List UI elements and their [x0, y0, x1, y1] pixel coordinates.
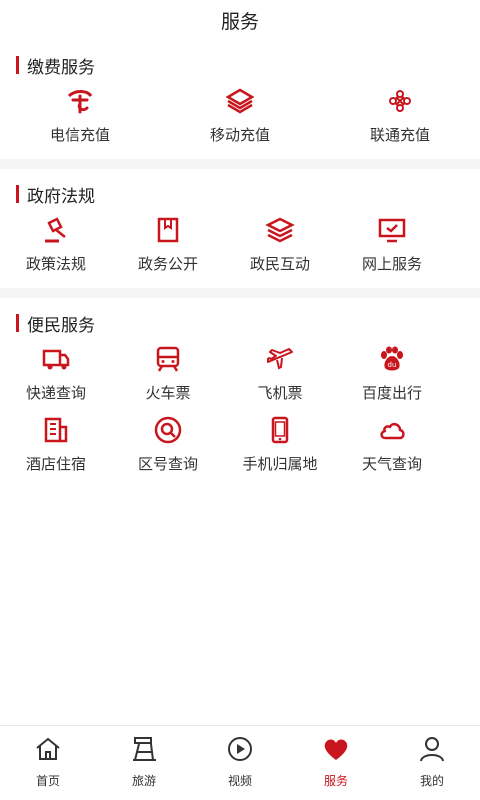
tab-label: 服务 — [323, 774, 348, 788]
unicom-icon — [383, 84, 417, 118]
section-title-text: 政府法规 — [27, 186, 95, 207]
service-hotel[interactable]: 酒店住宿 — [0, 413, 112, 474]
bookmark-icon — [151, 213, 185, 247]
monitor-check-icon — [375, 213, 409, 247]
layers-icon — [263, 213, 297, 247]
tab-home[interactable]: 首页 — [0, 726, 96, 800]
service-weather[interactable]: 天气查询 — [336, 413, 448, 474]
section-government: 政府法规 政策法规 政务公开 政民互动 网上服务 — [0, 169, 480, 278]
item-label: 天气查询 — [361, 455, 422, 473]
section-title-text: 便民服务 — [27, 315, 95, 336]
service-area-code[interactable]: 区号查询 — [112, 413, 224, 474]
bottom-tab-bar: 首页 旅游 视频 服务 我的 — [0, 725, 480, 800]
tab-label: 我的 — [419, 774, 444, 788]
item-label: 电信充值 — [49, 126, 110, 144]
heart-icon — [321, 734, 351, 768]
plane-icon — [263, 342, 297, 376]
tab-label: 视频 — [227, 774, 252, 788]
item-label: 网上服务 — [361, 255, 422, 273]
page-header: 服务 — [0, 0, 480, 40]
user-icon — [417, 734, 447, 768]
service-policy[interactable]: 政策法规 — [0, 213, 112, 274]
hotel-icon — [39, 413, 73, 447]
truck-icon — [39, 342, 73, 376]
section-title: 缴费服务 — [16, 52, 480, 78]
section-divider — [0, 288, 480, 298]
phone-icon — [263, 413, 297, 447]
home-icon — [33, 734, 63, 768]
service-train[interactable]: 火车票 — [112, 342, 224, 403]
service-flight[interactable]: 飞机票 — [224, 342, 336, 403]
item-label: 飞机票 — [257, 384, 303, 402]
tab-video[interactable]: 视频 — [192, 726, 288, 800]
service-unicom-recharge[interactable]: 联通充值 — [320, 84, 480, 145]
search-circle-icon — [151, 413, 185, 447]
telecom-icon — [63, 84, 97, 118]
service-online[interactable]: 网上服务 — [336, 213, 448, 274]
item-label: 联通充值 — [369, 126, 430, 144]
section-title: 政府法规 — [16, 181, 480, 207]
item-label: 政务公开 — [137, 255, 198, 273]
item-label: 区号查询 — [137, 455, 198, 473]
item-label: 快递查询 — [25, 384, 86, 402]
page-title: 服务 — [220, 10, 259, 33]
tab-mine[interactable]: 我的 — [384, 726, 480, 800]
train-icon — [151, 342, 185, 376]
play-icon — [225, 734, 255, 768]
tab-travel[interactable]: 旅游 — [96, 726, 192, 800]
svg-text:du: du — [388, 361, 397, 369]
service-telecom-recharge[interactable]: 电信充值 — [0, 84, 160, 145]
item-label: 火车票 — [145, 384, 191, 402]
service-phone-location[interactable]: 手机归属地 — [224, 413, 336, 474]
section-title: 便民服务 — [16, 310, 480, 336]
item-label: 百度出行 — [361, 384, 422, 402]
travel-icon — [129, 734, 159, 768]
service-mobile-recharge[interactable]: 移动充值 — [160, 84, 320, 145]
section-accent-bar — [16, 56, 19, 74]
mobile-icon — [223, 84, 257, 118]
item-label: 政民互动 — [249, 255, 310, 273]
section-payment: 缴费服务 电信充值 移动充值 联通充值 — [0, 40, 480, 149]
service-gov-affairs[interactable]: 政务公开 — [112, 213, 224, 274]
section-title-text: 缴费服务 — [27, 57, 95, 78]
item-label: 酒店住宿 — [25, 455, 86, 473]
service-interaction[interactable]: 政民互动 — [224, 213, 336, 274]
section-accent-bar — [16, 314, 19, 332]
tab-label: 首页 — [35, 774, 60, 788]
service-express[interactable]: 快递查询 — [0, 342, 112, 403]
gavel-icon — [39, 213, 73, 247]
section-divider — [0, 159, 480, 169]
item-label: 政策法规 — [25, 255, 86, 273]
section-accent-bar — [16, 185, 19, 203]
tab-label: 旅游 — [131, 774, 156, 788]
service-baidu-travel[interactable]: du 百度出行 — [336, 342, 448, 403]
cloud-icon — [375, 413, 409, 447]
section-convenience: 便民服务 快递查询 火车票 飞机票 du 百度出行 酒店住宿 区号查询 手机归属… — [0, 298, 480, 478]
item-label: 移动充值 — [209, 126, 270, 144]
baidu-paw-icon: du — [375, 342, 409, 376]
item-label: 手机归属地 — [242, 455, 318, 473]
tab-service[interactable]: 服务 — [288, 726, 384, 800]
